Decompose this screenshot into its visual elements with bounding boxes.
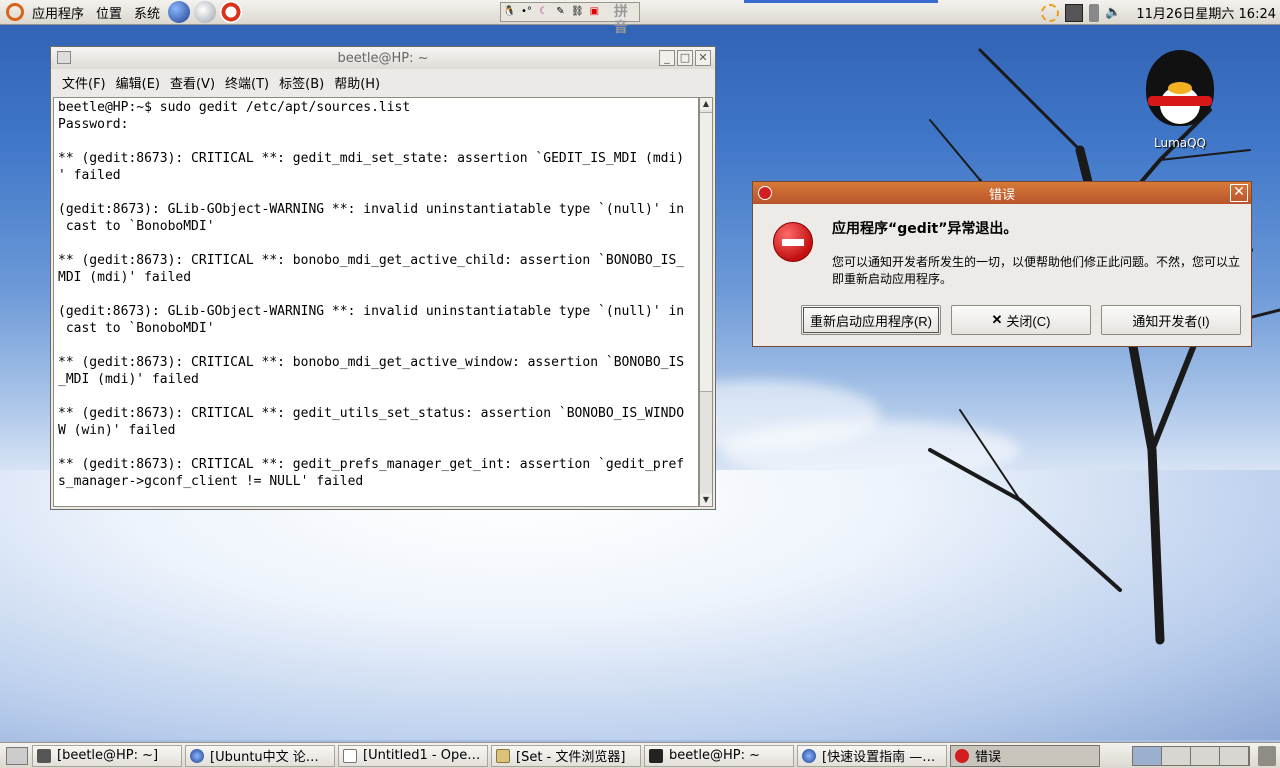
menu-terminal[interactable]: 终端(T) [220, 73, 274, 92]
update-sun-icon[interactable] [1041, 3, 1060, 22]
restart-app-button[interactable]: 重新启动应用程序(R) [801, 305, 941, 335]
menu-tabs[interactable]: 标签(B) [274, 73, 329, 92]
terminal-titlebar[interactable]: beetle@HP: ~ _ □ ✕ [51, 47, 715, 69]
taskbar-item[interactable]: beetle@HP: ~ [644, 744, 794, 767]
dialog-close-button[interactable]: ✕ [1230, 184, 1248, 202]
volume-icon[interactable]: 🔈 [1105, 4, 1123, 22]
scroll-up-arrow-icon[interactable]: ▲ [700, 98, 712, 110]
input-method-bar[interactable]: 🐧 •° ☾ ✎ ⛓ ▣ 拼音 [500, 2, 640, 36]
network-icon[interactable] [1065, 3, 1084, 22]
maximize-button[interactable]: □ [677, 50, 693, 66]
menu-view[interactable]: 查看(V) [165, 73, 220, 92]
menu-places[interactable]: 位置 [90, 0, 128, 24]
taskbar-item[interactable]: [beetle@HP: ~] [32, 744, 182, 767]
menu-applications[interactable]: 应用程序 [26, 0, 90, 24]
web-browser-icon[interactable] [168, 1, 191, 23]
dialog-titlebar[interactable]: 错误 ✕ [753, 182, 1251, 204]
pinyin-label[interactable]: 拼音 [604, 4, 638, 36]
taskbar-item[interactable]: [Ubuntu中文 论… [185, 744, 335, 767]
terminal-icon [649, 748, 663, 763]
close-x-icon: ✕ [991, 312, 1003, 327]
panel-clock[interactable]: 11月26日星期六 16:24 [1136, 3, 1276, 22]
taskbar-item-active[interactable]: 错误 [950, 744, 1100, 767]
ubuntu-logo-icon[interactable] [6, 3, 24, 21]
error-stop-icon [773, 222, 813, 262]
penguin-app-icon[interactable] [1138, 48, 1222, 132]
taskbar-item-label: [快速设置指南 —… [822, 750, 936, 765]
menu-help[interactable]: 帮助(H) [329, 73, 385, 92]
close-dialog-button[interactable]: ✕ 关闭(C) [951, 305, 1091, 335]
dialog-heading: 应用程序“gedit”异常退出。 [832, 221, 1018, 237]
terminal-window-icon[interactable] [57, 51, 71, 64]
bottom-taskbar: [beetle@HP: ~] [Ubuntu中文 论… [Untitled1 -… [0, 742, 1280, 768]
pen-icon[interactable]: ✎ [553, 4, 568, 20]
dialog-title: 错误 [988, 187, 1015, 203]
web-browser-icon [802, 748, 816, 763]
workspace-switcher[interactable] [1132, 746, 1250, 766]
document-icon [343, 748, 357, 763]
workspace-3[interactable] [1191, 747, 1220, 765]
taskbar-item-label: [Ubuntu中文 论… [210, 750, 319, 765]
taskbar-item-label: beetle@HP: ~ [669, 748, 760, 763]
menu-file[interactable]: 文件(F) [57, 73, 111, 92]
minimize-button[interactable]: _ [659, 50, 675, 66]
scroll-down-arrow-icon[interactable]: ▼ [700, 494, 712, 506]
close-dialog-label: 关闭(C) [1006, 313, 1051, 329]
file-manager-icon [496, 748, 510, 763]
battery-icon[interactable] [1089, 3, 1100, 22]
terminal-window: beetle@HP: ~ _ □ ✕ 文件(F) 编辑(E) 查看(V) 终端(… [50, 46, 716, 510]
error-stop-icon [955, 748, 969, 763]
penguin-scarf [1148, 96, 1212, 106]
menu-edit[interactable]: 编辑(E) [111, 73, 165, 92]
taskbar-item[interactable]: [快速设置指南 —… [797, 744, 947, 767]
web-browser-icon [190, 748, 204, 763]
link-icon[interactable]: ⛓ [570, 4, 585, 20]
scroll-thumb[interactable] [700, 112, 712, 392]
close-button[interactable]: ✕ [695, 50, 711, 66]
taskbar-item-label: 错误 [975, 750, 1002, 765]
terminal-text: beetle@HP:~$ sudo gedit /etc/apt/sources… [58, 100, 685, 489]
terminal-icon [37, 748, 51, 763]
terminal-menubar: 文件(F) 编辑(E) 查看(V) 终端(T) 标签(B) 帮助(H) [51, 69, 715, 95]
terminal-title: beetle@HP: ~ [337, 50, 429, 66]
help-icon[interactable] [220, 1, 243, 23]
punctuation-icon[interactable]: •° [519, 4, 534, 20]
mail-icon[interactable] [194, 1, 217, 23]
terminal-scrollbar[interactable]: ▲ ▼ [699, 97, 713, 507]
notify-developer-button[interactable]: 通知开发者(I) [1101, 305, 1241, 335]
penguin-beak [1168, 82, 1192, 94]
trash-icon[interactable] [1258, 746, 1276, 766]
error-dialog: 错误 ✕ 应用程序“gedit”异常退出。 您可以通知开发者所发生的一切，以便帮… [752, 181, 1252, 347]
top-panel: 应用程序 位置 系统 🐧 •° ☾ ✎ ⛓ ▣ 拼音 🔈 11月26日星期六 1… [0, 0, 1280, 36]
moon-icon[interactable]: ☾ [536, 4, 551, 20]
lock-icon[interactable]: ▣ [587, 4, 602, 20]
dialog-message: 您可以通知开发者所发生的一切，以便帮助他们修正此问题。不然，您可以立即重新启动应… [832, 255, 1241, 286]
penguin-icon[interactable]: 🐧 [502, 4, 517, 20]
workspace-4[interactable] [1220, 747, 1249, 765]
taskbar-item-label: [beetle@HP: ~] [57, 748, 159, 763]
menu-system[interactable]: 系统 [128, 0, 166, 24]
panel-highlight [744, 0, 938, 3]
taskbar-item[interactable]: [Set - 文件浏览器] [491, 744, 641, 767]
error-small-icon [758, 186, 772, 200]
taskbar-item[interactable]: [Untitled1 - Ope… [338, 744, 488, 767]
taskbar-item-label: [Untitled1 - Ope… [363, 748, 481, 763]
show-desktop-icon[interactable] [6, 746, 28, 765]
desktop-icon-lumaqq[interactable]: LumaQQ [1138, 48, 1222, 150]
taskbar-item-label: [Set - 文件浏览器] [516, 750, 626, 765]
workspace-2[interactable] [1162, 747, 1191, 765]
terminal-output[interactable]: beetle@HP:~$ sudo gedit /etc/apt/sources… [53, 97, 699, 507]
desktop-icon-label[interactable]: LumaQQ [1138, 136, 1222, 150]
workspace-1[interactable] [1133, 747, 1162, 765]
